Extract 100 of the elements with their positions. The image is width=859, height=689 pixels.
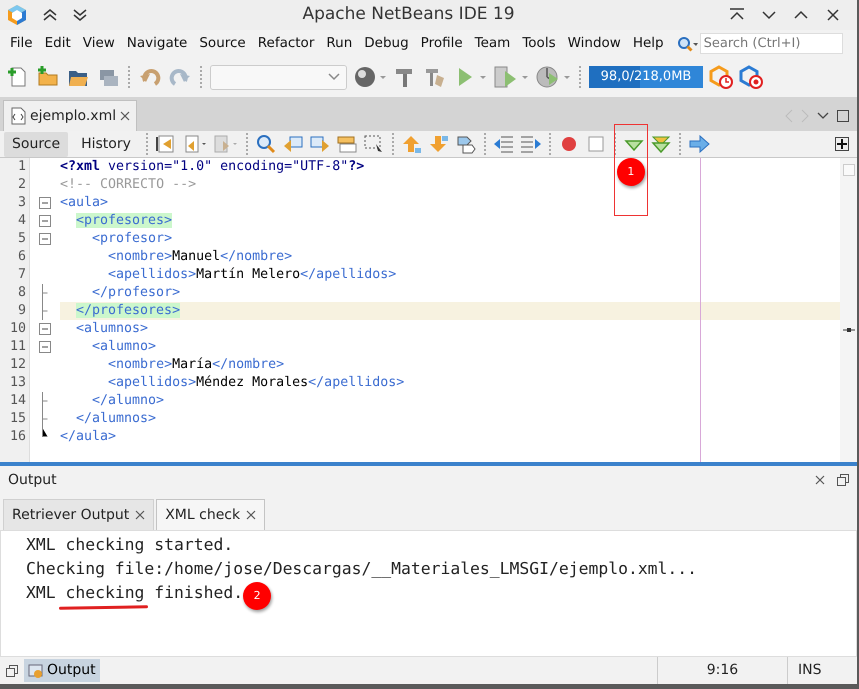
code-line: <profesor> bbox=[92, 231, 172, 246]
code-line: <aula> bbox=[60, 195, 108, 210]
window-title: Apache NetBeans IDE 19 bbox=[301, 3, 516, 26]
close-icon[interactable] bbox=[135, 510, 146, 520]
code-line: <!-- CORRECTO --> bbox=[60, 177, 196, 192]
double-chevron-up-icon[interactable] bbox=[42, 8, 58, 22]
menu-item[interactable]: Window bbox=[562, 33, 627, 54]
toggle-bookmark-icon[interactable] bbox=[454, 134, 477, 154]
output-line: XML checking started. bbox=[26, 534, 234, 556]
collapse-icon[interactable] bbox=[39, 233, 51, 245]
tab-label: Retriever Output bbox=[12, 506, 130, 524]
toggle-highlight-icon[interactable] bbox=[336, 134, 358, 154]
collapse-icon[interactable] bbox=[39, 197, 51, 209]
menu-item[interactable]: File bbox=[4, 33, 39, 54]
step-marker: 2 bbox=[243, 582, 272, 610]
editor-tab[interactable]: ejemplo.xml bbox=[3, 100, 138, 131]
line-number: 16 bbox=[8, 428, 26, 446]
search-icon[interactable] bbox=[676, 34, 698, 52]
close-icon[interactable] bbox=[246, 510, 256, 520]
find-selection-icon[interactable] bbox=[362, 134, 385, 154]
code-line: </profesor> bbox=[92, 285, 180, 300]
menu-item[interactable]: Source bbox=[193, 33, 252, 54]
profile-icon[interactable] bbox=[535, 65, 571, 89]
xslt-arrow-icon[interactable] bbox=[688, 134, 710, 154]
code-line: </alumno> bbox=[92, 393, 164, 408]
caret-icon bbox=[328, 73, 340, 81]
gc-stop-icon[interactable] bbox=[739, 65, 763, 89]
globe-icon[interactable] bbox=[353, 65, 387, 89]
output-line: XML checking finished. bbox=[26, 581, 244, 605]
memory-bar[interactable]: 98,0/218,0MB bbox=[589, 66, 703, 88]
maximize-icon[interactable] bbox=[837, 110, 849, 122]
menu-item[interactable]: Help bbox=[626, 33, 670, 54]
line-number: 8 bbox=[16, 284, 26, 302]
collapse-icon[interactable] bbox=[39, 341, 51, 353]
tab-label: XML check bbox=[165, 506, 240, 524]
menu-item[interactable]: Team bbox=[468, 33, 516, 54]
menu-item[interactable]: Debug bbox=[358, 33, 415, 54]
menu-item[interactable]: View bbox=[76, 33, 121, 54]
gc-clock-icon[interactable] bbox=[709, 65, 733, 89]
insert-mode: INS bbox=[798, 661, 822, 680]
validate-file-icon[interactable] bbox=[650, 134, 672, 154]
line-number: 1 bbox=[16, 158, 26, 176]
menu-item[interactable]: Navigate bbox=[120, 33, 194, 54]
xml-file-icon bbox=[10, 107, 26, 125]
collapse-icon[interactable] bbox=[39, 323, 51, 335]
collapse-icon[interactable] bbox=[39, 215, 51, 227]
line-number: 10 bbox=[8, 320, 26, 338]
restore-window-icon[interactable] bbox=[837, 474, 849, 486]
status-square-icon bbox=[842, 164, 854, 176]
output-window-icon bbox=[28, 662, 44, 678]
output-line: Checking file:/home/jose/Descargas/__Materiales_LMSGI/ejemplo.xml... bbox=[26, 558, 698, 580]
find-next-icon[interactable] bbox=[308, 134, 331, 154]
dropdown-icon[interactable] bbox=[817, 112, 829, 120]
restore-window-icon[interactable] bbox=[6, 664, 18, 676]
line-number: 9 bbox=[16, 302, 26, 320]
close-icon[interactable] bbox=[825, 7, 841, 23]
find-previous-icon[interactable] bbox=[282, 134, 304, 154]
double-chevron-down-icon[interactable] bbox=[72, 8, 88, 22]
line-number: 3 bbox=[16, 194, 26, 212]
output-tab[interactable]: Retriever Output bbox=[3, 499, 154, 530]
shift-left-icon[interactable] bbox=[492, 134, 515, 154]
close-icon[interactable] bbox=[120, 111, 130, 121]
code-line: <nombre>María</nombre> bbox=[108, 357, 284, 372]
menu-item[interactable]: Tools bbox=[516, 33, 562, 54]
code-line: <apellidos>Martín Melero</apellidos> bbox=[108, 267, 396, 282]
code-line: <alumnos> bbox=[76, 321, 148, 336]
line-number: 4 bbox=[16, 212, 26, 230]
cube-logo-icon bbox=[6, 4, 28, 26]
line-number: 5 bbox=[16, 230, 26, 248]
line-number: 7 bbox=[16, 266, 26, 284]
caret-position: 9:16 bbox=[706, 661, 738, 680]
caret-position-icon bbox=[842, 328, 854, 332]
menu-item[interactable]: Edit bbox=[38, 33, 77, 54]
code-line: <alumno> bbox=[92, 339, 156, 354]
close-icon[interactable] bbox=[815, 475, 825, 485]
menu-item[interactable]: Profile bbox=[414, 33, 469, 54]
find-icon[interactable] bbox=[254, 134, 277, 154]
code-line: </aula> bbox=[60, 429, 116, 444]
line-number: 14 bbox=[8, 392, 26, 410]
view-tab[interactable]: History bbox=[73, 132, 139, 156]
code-line: <nombre>Manuel</nombre> bbox=[108, 249, 292, 264]
menu-item[interactable]: Refactor bbox=[252, 33, 320, 54]
line-number: 13 bbox=[8, 374, 26, 392]
debug-icon[interactable] bbox=[493, 65, 529, 89]
output-tab[interactable]: XML check bbox=[156, 499, 266, 530]
code-line: <?xml version="1.0" encoding="UTF-8"?> bbox=[60, 159, 364, 174]
tab-label: ejemplo.xml bbox=[30, 106, 116, 126]
line-number: 6 bbox=[16, 248, 26, 266]
search-field[interactable]: Search (Ctrl+I) bbox=[700, 33, 843, 54]
code-line: </alumnos> bbox=[76, 411, 156, 426]
output-button[interactable]: Output bbox=[24, 659, 100, 682]
menu-item[interactable]: Run bbox=[320, 33, 358, 54]
line-number: 2 bbox=[16, 176, 26, 194]
line-number: 11 bbox=[8, 338, 26, 356]
split-view-icon[interactable] bbox=[835, 137, 849, 151]
panel-title: Output bbox=[8, 470, 57, 490]
code-line: <apellidos>Méndez Morales</apellidos> bbox=[108, 375, 404, 390]
line-number: 15 bbox=[8, 410, 26, 428]
shift-right-icon[interactable] bbox=[520, 134, 542, 154]
view-tab[interactable]: Source bbox=[4, 132, 68, 156]
